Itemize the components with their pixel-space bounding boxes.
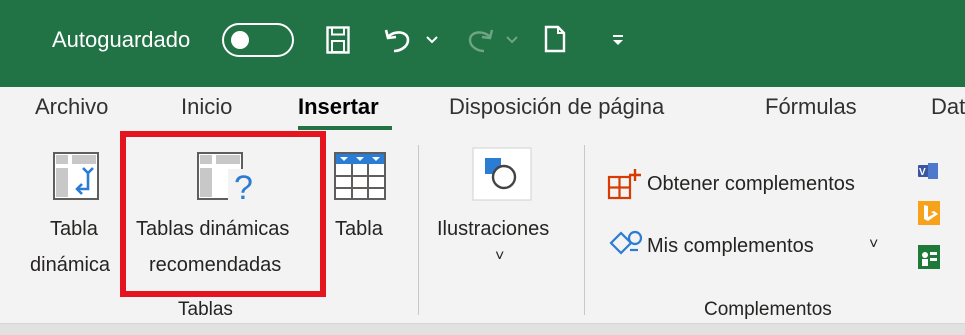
- undo-dropdown-icon[interactable]: [426, 36, 438, 44]
- my-addins-label: Mis complementos: [647, 235, 814, 257]
- redo-dropdown-icon[interactable]: [506, 36, 518, 44]
- illustrations-dropdown-icon: ˅: [495, 248, 505, 265]
- get-addins-label: Obtener complementos: [647, 173, 855, 195]
- my-addins-dropdown-icon[interactable]: ˅: [869, 232, 878, 258]
- title-bar: Autoguardado: [0, 0, 965, 87]
- highlight-box: [120, 131, 326, 297]
- tab-formulas[interactable]: Fórmulas: [765, 93, 857, 121]
- save-icon[interactable]: [326, 26, 350, 54]
- ribbon-tabs: Archivo Inicio Insertar Disposición de p…: [0, 87, 965, 137]
- illustrations-icon: [472, 147, 532, 201]
- active-tab-indicator: [298, 126, 392, 130]
- autosave-label: Autoguardado: [52, 27, 191, 52]
- customize-qat-icon[interactable]: [612, 34, 624, 46]
- svg-text:V: V: [919, 167, 926, 178]
- table-label: Tabla: [335, 218, 383, 240]
- get-addins-icon: [607, 169, 641, 200]
- ribbon-bottom-border: [0, 323, 965, 335]
- my-addins-icon: [609, 230, 643, 255]
- pivot-table-label-line2: dinámica: [30, 254, 111, 276]
- tab-archivo[interactable]: Archivo: [35, 93, 108, 121]
- visio-icon[interactable]: V: [918, 160, 940, 182]
- people-graph-icon[interactable]: [918, 245, 940, 269]
- table-icon: [334, 152, 386, 200]
- tab-disposicion[interactable]: Disposición de página: [449, 93, 664, 121]
- undo-icon[interactable]: [384, 27, 414, 53]
- tab-insertar[interactable]: Insertar: [298, 93, 379, 121]
- redo-icon[interactable]: [464, 27, 494, 53]
- toggle-knob: [231, 31, 249, 49]
- pivot-table-label-line1: Tabla: [50, 218, 98, 240]
- tab-datos[interactable]: Dat: [931, 93, 965, 121]
- new-file-icon[interactable]: [544, 25, 566, 53]
- group-label-complementos: Complementos: [704, 299, 832, 320]
- bing-maps-icon[interactable]: [918, 201, 940, 225]
- tab-inicio[interactable]: Inicio: [181, 93, 232, 121]
- illustrations-label: Ilustraciones: [437, 218, 550, 240]
- group-separator: [584, 145, 585, 315]
- pivot-table-icon: [53, 152, 99, 200]
- autosave-toggle[interactable]: [222, 23, 294, 57]
- group-separator: [418, 145, 419, 315]
- group-label-tablas: Tablas: [178, 299, 233, 320]
